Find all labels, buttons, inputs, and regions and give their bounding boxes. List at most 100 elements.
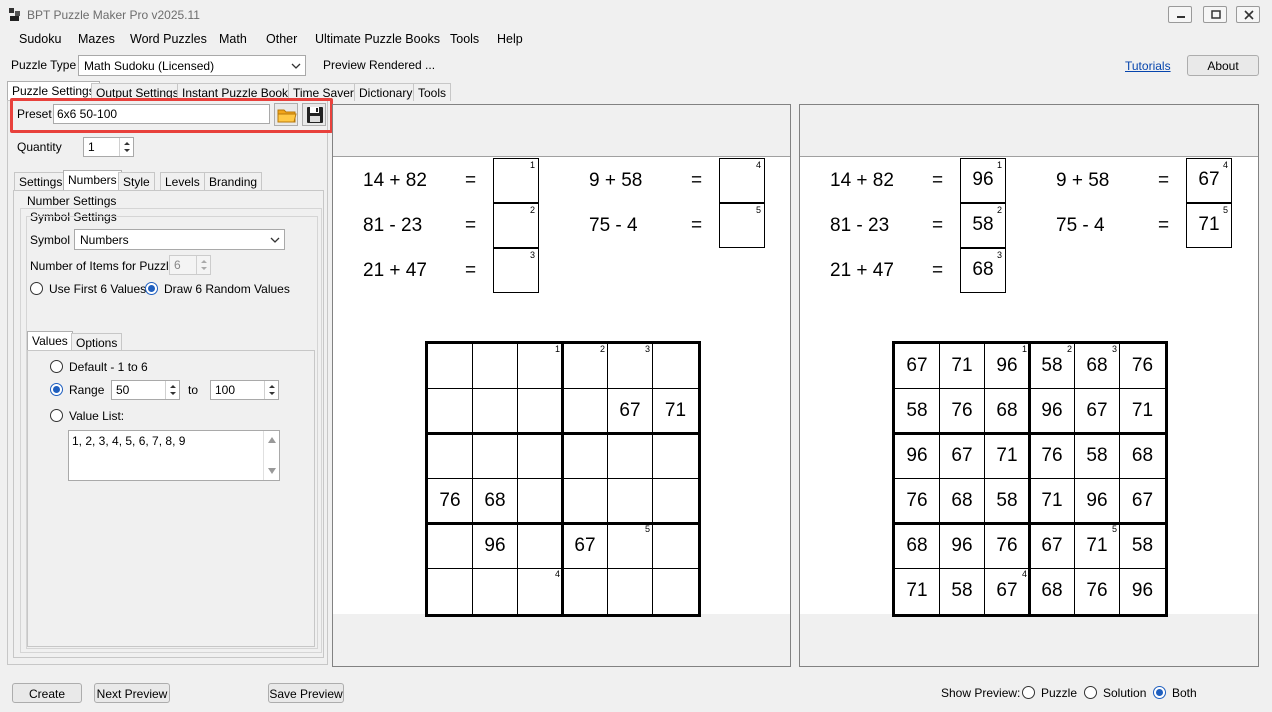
grid-cell: [653, 434, 698, 479]
grid-cell: [653, 569, 698, 614]
grid-cell: 67: [1075, 389, 1120, 434]
cell-value: 71: [1086, 535, 1108, 556]
puzzle-answer-box: 3: [493, 248, 539, 293]
puzzle-equals-sign: =: [691, 170, 703, 191]
show-both-radio[interactable]: [1153, 686, 1166, 699]
grid-cell: 3: [608, 344, 653, 389]
grid-cell: [608, 569, 653, 614]
next-preview-button[interactable]: Next Preview: [94, 683, 170, 703]
default-radio[interactable]: [50, 360, 63, 373]
cell-value: 71: [951, 355, 973, 376]
tab-values[interactable]: Values: [27, 331, 73, 351]
create-button[interactable]: Create: [12, 683, 82, 703]
tutorials-link[interactable]: Tutorials: [1125, 59, 1171, 73]
puzzle-type-select[interactable]: Math Sudoku (Licensed): [78, 55, 306, 76]
grid-cell: [473, 434, 518, 479]
grid-cell: 68: [985, 389, 1030, 434]
cell-value: 67: [951, 445, 973, 466]
grid-cell: [518, 479, 563, 524]
items-stepper[interactable]: 6: [169, 255, 211, 275]
range-radio[interactable]: [50, 383, 63, 396]
grid-cell: [473, 344, 518, 389]
grid-cell: 96: [1030, 389, 1075, 434]
grid-cell: 67: [608, 389, 653, 434]
quantity-stepper[interactable]: 1: [83, 137, 134, 157]
save-preview-button[interactable]: Save Preview: [268, 683, 344, 703]
grid-cell: 76: [940, 389, 985, 434]
spin-arrows-icon[interactable]: [165, 381, 179, 399]
cell-value: 96: [484, 535, 506, 556]
solution-equals-sign: =: [932, 260, 944, 281]
grid-cell: 96: [473, 524, 518, 569]
grid-cell: 68 3: [1075, 344, 1120, 389]
cell-value: 68: [996, 400, 1018, 421]
tab-style[interactable]: Style: [118, 172, 155, 190]
maximize-button[interactable]: [1203, 6, 1227, 23]
grid-cell: [608, 434, 653, 479]
cell-value: 68: [484, 490, 506, 511]
cell-value: 76: [906, 490, 928, 511]
puzzle-type-label: Puzzle Type: [11, 58, 77, 72]
box-divider: [428, 432, 698, 435]
grid-cell: 58: [1120, 524, 1165, 569]
solution-answer-box: 2 58: [960, 203, 1006, 248]
show-puzzle-radio[interactable]: [1022, 686, 1035, 699]
close-button[interactable]: [1236, 6, 1260, 23]
value-list-radio[interactable]: [50, 409, 63, 422]
about-button[interactable]: About: [1187, 55, 1259, 76]
menu-word-puzzles[interactable]: Word Puzzles: [130, 32, 207, 46]
grid-cell: 67: [940, 434, 985, 479]
solution-answer-box: 1 96: [960, 158, 1006, 203]
cell-value: 71: [664, 400, 687, 421]
symbol-select[interactable]: Numbers: [74, 229, 285, 250]
value-list-label: Value List:: [69, 409, 125, 423]
range-from-stepper[interactable]: 50: [111, 380, 180, 400]
draw-random-radio[interactable]: [145, 282, 158, 295]
grid-cell: 71: [1120, 389, 1165, 434]
show-solution-radio[interactable]: [1084, 686, 1097, 699]
tab-levels[interactable]: Levels: [160, 172, 205, 190]
grid-cell: 76: [1030, 434, 1075, 479]
cell-value: 58: [1086, 445, 1108, 466]
answer-value: 71: [1198, 214, 1220, 235]
grid-cell: 76: [895, 479, 940, 524]
tab-tools[interactable]: Tools: [413, 83, 452, 101]
cell-value: 76: [996, 535, 1018, 556]
menu-sudoku[interactable]: Sudoku: [19, 32, 61, 46]
tab-branding[interactable]: Branding: [204, 172, 263, 190]
spin-arrows-icon[interactable]: [196, 256, 210, 274]
puzzle-equals-sign: =: [465, 215, 477, 236]
menu-other[interactable]: Other: [266, 32, 297, 46]
cell-marker: 1: [1021, 344, 1027, 354]
value-list-textarea[interactable]: 1, 2, 3, 4, 5, 6, 7, 8, 9: [68, 430, 280, 481]
cell-value: 76: [1086, 580, 1108, 601]
cell-marker: 5: [644, 524, 650, 534]
puzzle-answer-box: 1: [493, 158, 539, 203]
menu-tools[interactable]: Tools: [450, 32, 479, 46]
use-first-radio[interactable]: [30, 282, 43, 295]
cell-value: 96: [1086, 490, 1108, 511]
scrollbar[interactable]: [263, 431, 279, 480]
grid-cell: 76: [1075, 569, 1120, 614]
spin-arrows-icon[interactable]: [119, 138, 133, 156]
tab-dictionary[interactable]: Dictionary: [354, 83, 418, 101]
puzzle-equation-expr: 14 + 82: [363, 170, 427, 191]
minimize-button[interactable]: [1168, 6, 1192, 23]
menu-help[interactable]: Help: [497, 32, 523, 46]
grid-cell: 67: [563, 524, 608, 569]
menu-mazes[interactable]: Mazes: [78, 32, 115, 46]
tab-settings[interactable]: Settings: [14, 172, 68, 190]
cell-marker: 2: [1066, 344, 1072, 354]
spin-arrows-icon[interactable]: [264, 381, 278, 399]
menu-ultimate-puzzle-books[interactable]: Ultimate Puzzle Books: [315, 32, 440, 46]
tab-options[interactable]: Options: [71, 333, 123, 351]
puzzle-answer-box: 5: [719, 203, 765, 248]
tab-numbers[interactable]: Numbers: [63, 170, 122, 190]
grid-cell: 67: [895, 344, 940, 389]
puzzle-equation-expr: 75 - 4: [589, 215, 638, 236]
puzzle-equals-sign: =: [465, 170, 477, 191]
range-to-stepper[interactable]: 100: [210, 380, 279, 400]
grid-cell: 71: [653, 389, 698, 434]
cell-value: 76: [1041, 445, 1063, 466]
menu-math[interactable]: Math: [219, 32, 247, 46]
